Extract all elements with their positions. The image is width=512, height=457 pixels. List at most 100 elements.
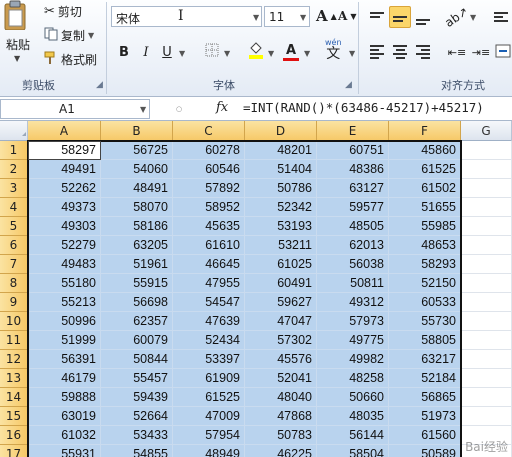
row-header[interactable]: 2 bbox=[0, 160, 28, 179]
cell[interactable]: 61025 bbox=[245, 255, 317, 274]
cell[interactable]: 47868 bbox=[245, 407, 317, 426]
cell-empty[interactable] bbox=[461, 236, 512, 255]
row-header[interactable]: 1 bbox=[0, 141, 28, 160]
cell[interactable]: 61502 bbox=[389, 179, 461, 198]
cell[interactable]: 60533 bbox=[389, 293, 461, 312]
cell[interactable]: 47047 bbox=[245, 312, 317, 331]
column-header-f[interactable]: F bbox=[389, 121, 461, 141]
increase-indent-button[interactable]: ⇥≡ bbox=[470, 41, 492, 63]
cell[interactable]: 47955 bbox=[173, 274, 245, 293]
cell-empty[interactable] bbox=[461, 179, 512, 198]
cell[interactable]: 52434 bbox=[173, 331, 245, 350]
orientation-dropdown-icon[interactable]: ▼ bbox=[470, 13, 476, 22]
column-header-e[interactable]: E bbox=[317, 121, 389, 141]
underline-dropdown-icon[interactable]: ▼ bbox=[179, 49, 185, 58]
cell[interactable]: 46645 bbox=[173, 255, 245, 274]
cell[interactable]: 49303 bbox=[28, 217, 101, 236]
cell[interactable]: 50786 bbox=[245, 179, 317, 198]
cell[interactable]: 61525 bbox=[173, 388, 245, 407]
cell[interactable]: 52262 bbox=[28, 179, 101, 198]
font-size-dropdown-icon[interactable]: ▼ bbox=[300, 13, 306, 22]
cell[interactable]: 56038 bbox=[317, 255, 389, 274]
cell[interactable]: 61560 bbox=[389, 426, 461, 445]
cell[interactable]: 48258 bbox=[317, 369, 389, 388]
align-right-button[interactable] bbox=[412, 41, 434, 63]
cell-empty[interactable] bbox=[461, 160, 512, 179]
cell[interactable]: 61909 bbox=[173, 369, 245, 388]
paste-dropdown-icon[interactable]: ▼ bbox=[14, 54, 20, 63]
cell[interactable]: 59439 bbox=[101, 388, 173, 407]
phonetic-guide-button[interactable]: wén 文 bbox=[325, 38, 342, 61]
cell[interactable]: 55915 bbox=[101, 274, 173, 293]
cell-empty[interactable] bbox=[461, 331, 512, 350]
cell[interactable]: 55931 bbox=[28, 445, 101, 457]
cell[interactable]: 48505 bbox=[317, 217, 389, 236]
cell[interactable]: 51973 bbox=[389, 407, 461, 426]
row-header[interactable]: 5 bbox=[0, 217, 28, 236]
cell[interactable]: 51404 bbox=[245, 160, 317, 179]
phonetic-dropdown-icon[interactable]: ▼ bbox=[349, 49, 355, 58]
cell-empty[interactable] bbox=[461, 369, 512, 388]
cell[interactable]: 55457 bbox=[101, 369, 173, 388]
cell-empty[interactable] bbox=[461, 274, 512, 293]
cell[interactable]: 49775 bbox=[317, 331, 389, 350]
paste-button[interactable]: 粘贴 bbox=[6, 36, 30, 53]
cell[interactable]: 63205 bbox=[101, 236, 173, 255]
cell[interactable]: 57954 bbox=[173, 426, 245, 445]
cell[interactable]: 49491 bbox=[28, 160, 101, 179]
cell[interactable]: 60751 bbox=[317, 141, 389, 160]
cell[interactable]: 48040 bbox=[245, 388, 317, 407]
row-header[interactable]: 6 bbox=[0, 236, 28, 255]
cell[interactable]: 63019 bbox=[28, 407, 101, 426]
cell-empty[interactable] bbox=[461, 217, 512, 236]
select-all-corner[interactable] bbox=[0, 121, 28, 141]
shrink-font-button[interactable]: A ▼ bbox=[338, 9, 356, 23]
cell-empty[interactable] bbox=[461, 141, 512, 160]
cell[interactable]: 50811 bbox=[317, 274, 389, 293]
cell[interactable]: 47009 bbox=[173, 407, 245, 426]
row-header[interactable]: 8 bbox=[0, 274, 28, 293]
middle-align-button[interactable] bbox=[389, 6, 411, 28]
cell[interactable]: 61525 bbox=[389, 160, 461, 179]
cell-empty[interactable] bbox=[461, 312, 512, 331]
cell[interactable]: 51961 bbox=[101, 255, 173, 274]
clipboard-icon[interactable] bbox=[2, 0, 28, 31]
cell[interactable]: 57302 bbox=[245, 331, 317, 350]
row-header[interactable]: 10 bbox=[0, 312, 28, 331]
cell[interactable]: 62357 bbox=[101, 312, 173, 331]
cell[interactable]: 60079 bbox=[101, 331, 173, 350]
cell[interactable]: 56698 bbox=[101, 293, 173, 312]
row-header[interactable]: 11 bbox=[0, 331, 28, 350]
copy-button[interactable]: 复制 ▼ bbox=[44, 27, 94, 44]
format-painter-button[interactable]: 格式刷 bbox=[44, 51, 97, 68]
cell[interactable]: 53397 bbox=[173, 350, 245, 369]
row-header[interactable]: 4 bbox=[0, 198, 28, 217]
cell[interactable]: 55180 bbox=[28, 274, 101, 293]
cell[interactable]: 53193 bbox=[245, 217, 317, 236]
cell[interactable]: 46179 bbox=[28, 369, 101, 388]
column-header-b[interactable]: B bbox=[101, 121, 173, 141]
cell[interactable]: 56391 bbox=[28, 350, 101, 369]
cell-empty[interactable] bbox=[461, 255, 512, 274]
cell[interactable]: 58070 bbox=[101, 198, 173, 217]
cell[interactable]: 57892 bbox=[173, 179, 245, 198]
cell[interactable]: 46225 bbox=[245, 445, 317, 457]
row-header[interactable]: 17 bbox=[0, 445, 28, 457]
formula-input[interactable]: =INT(RAND()*(63486-45217)+45217) bbox=[243, 100, 484, 115]
cell[interactable]: 61610 bbox=[173, 236, 245, 255]
cell[interactable]: 55213 bbox=[28, 293, 101, 312]
row-header[interactable]: 16 bbox=[0, 426, 28, 445]
bold-button[interactable]: B bbox=[115, 43, 133, 61]
cell[interactable]: 58297 bbox=[28, 141, 101, 160]
cell[interactable]: 56725 bbox=[101, 141, 173, 160]
cell[interactable]: 59577 bbox=[317, 198, 389, 217]
cell[interactable]: 55730 bbox=[389, 312, 461, 331]
cell[interactable]: 49483 bbox=[28, 255, 101, 274]
cell[interactable]: 60278 bbox=[173, 141, 245, 160]
cell[interactable]: 50589 bbox=[389, 445, 461, 457]
name-box-dropdown-icon[interactable]: ▼ bbox=[140, 105, 146, 114]
row-header[interactable]: 12 bbox=[0, 350, 28, 369]
cell[interactable]: 50660 bbox=[317, 388, 389, 407]
row-header[interactable]: 9 bbox=[0, 293, 28, 312]
copy-dropdown-icon[interactable]: ▼ bbox=[88, 31, 94, 40]
